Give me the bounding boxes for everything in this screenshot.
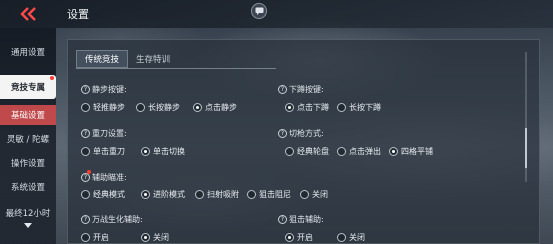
sidebar-item-sensitivity[interactable]: 灵敏 / 陀螺 (0, 128, 56, 150)
notification-dot (87, 170, 91, 174)
tab-traditional[interactable]: 传统竞技 (76, 50, 129, 68)
back-button[interactable] (0, 0, 56, 28)
jump-label: 静步按键: (92, 85, 127, 94)
question-mark-icon[interactable]: ? (81, 129, 90, 138)
blade-option-0[interactable]: 开启 (81, 232, 109, 243)
chat-bubble-icon[interactable] (251, 3, 267, 19)
jump-option-1[interactable]: 长按静步 (136, 102, 180, 113)
sidebar-item-controls[interactable]: 操作设置 (0, 152, 56, 174)
aim-label: 辅助瞄准: (92, 173, 127, 182)
double-chevron-left-icon (20, 7, 36, 21)
snipe-option-1[interactable]: 关闭 (337, 232, 365, 243)
crouch-label: 下蹲按键: (289, 85, 324, 94)
switch-label: 切枪方式: (289, 129, 324, 138)
blade-label: 万战生化辅助: (92, 215, 143, 224)
sidebar-item-system[interactable]: 系统设置 (0, 176, 56, 198)
snipe-option-0[interactable]: 开启 (285, 232, 313, 243)
switch-option-1[interactable]: 点击弹出 (337, 146, 381, 157)
jump-option-2[interactable]: 点击静步 (193, 102, 237, 113)
tab-survival[interactable]: 生存特训 (128, 50, 178, 68)
question-mark-icon[interactable]: ? (81, 215, 90, 224)
tab-bar: 传统竞技 生存特训 (76, 50, 178, 68)
snipe-label: 狙击辅助: (289, 215, 324, 224)
tab-divider (76, 68, 276, 69)
sidebar-item-final[interactable]: 最终12小时 (0, 205, 56, 221)
weapon-option-1[interactable]: 单击切换 (141, 146, 185, 157)
sidebar-item-competitive[interactable]: 竞技专属 (0, 75, 56, 99)
question-mark-icon[interactable]: ? (81, 85, 90, 94)
crouch-option-1[interactable]: 长按下蹲 (337, 102, 381, 113)
aim-option-4[interactable]: 关闭 (300, 189, 328, 200)
question-mark-icon[interactable]: ? (81, 173, 90, 182)
aim-option-2[interactable]: 扫射吸附 (195, 189, 239, 200)
question-mark-icon[interactable]: ? (278, 85, 287, 94)
aim-option-1[interactable]: 进阶模式 (141, 189, 185, 200)
jump-option-0[interactable]: 轻推静步 (81, 102, 125, 113)
page-title: 设置 (67, 8, 89, 21)
scrollbar-thumb[interactable] (525, 128, 527, 168)
question-mark-icon[interactable]: ? (278, 129, 287, 138)
sidebar-item-general[interactable]: 通用设置 (0, 41, 56, 63)
switch-option-0[interactable]: 经典轮盘 (285, 146, 329, 157)
notification-dot (50, 76, 54, 80)
caret-down-icon[interactable] (24, 222, 32, 232)
sidebar-item-basic[interactable]: 基础设置 (0, 105, 56, 125)
blade-option-1[interactable]: 关闭 (141, 232, 169, 243)
weapon-option-0[interactable]: 单击重刀 (81, 146, 125, 157)
switch-option-2[interactable]: 四格平铺 (389, 146, 433, 157)
question-mark-icon[interactable]: ? (278, 215, 287, 224)
weapon-label: 重刀设置: (92, 129, 127, 138)
crouch-option-0[interactable]: 点击下蹲 (285, 102, 329, 113)
aim-option-0[interactable]: 经典模式 (81, 189, 125, 200)
aim-option-3[interactable]: 狙击阻尼 (247, 189, 291, 200)
